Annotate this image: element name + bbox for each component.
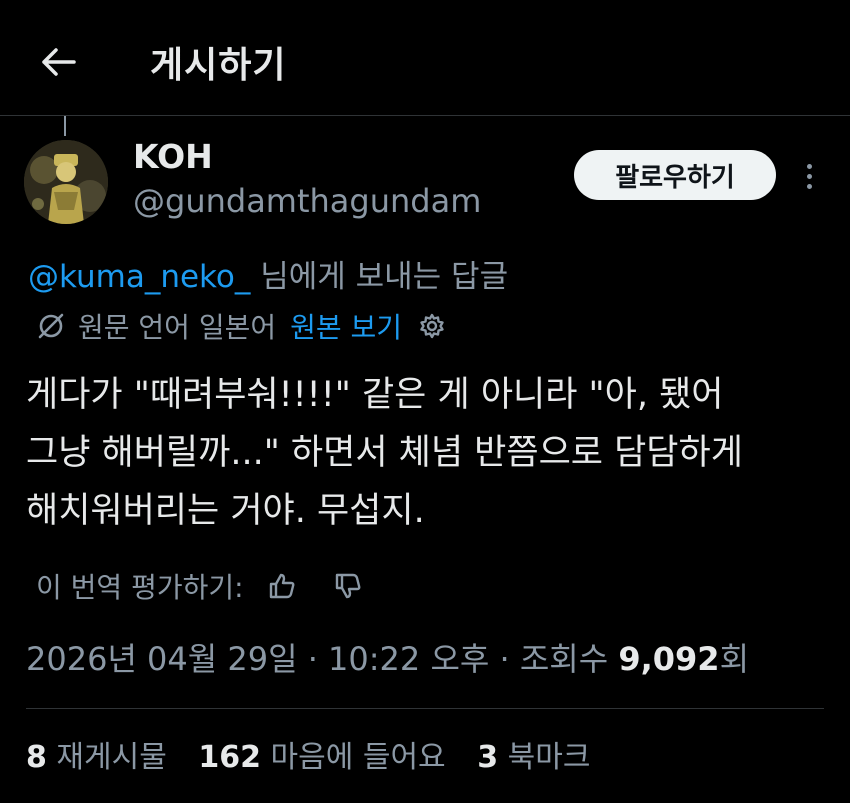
thumbs-down-icon xyxy=(335,573,361,599)
engagement-stats: 8 재게시물 162 마음에 들어요 3 북마크 xyxy=(26,732,612,776)
author-display-name[interactable]: KOH xyxy=(133,137,213,176)
view-original-link[interactable]: 원본 보기 xyxy=(290,306,402,346)
views-count: 9,092 xyxy=(618,640,720,678)
more-dot xyxy=(806,173,812,179)
page-title: 게시하기 xyxy=(150,45,287,86)
reposts-label: 재게시물 xyxy=(46,740,167,775)
translation-settings-button[interactable] xyxy=(416,310,448,342)
views-suffix: 회 xyxy=(719,640,750,678)
likes-stat[interactable]: 162 마음에 들어요 xyxy=(198,740,445,775)
arrow-left-icon xyxy=(42,48,76,76)
bookmarks-label: 북마크 xyxy=(498,740,591,775)
more-dot xyxy=(806,183,812,189)
tweet-line: 해치워버리는 거야. 무섭지. xyxy=(26,491,425,531)
author-handle[interactable]: @gundamthagundam xyxy=(133,182,481,220)
top-bar: 게시하기 xyxy=(0,0,850,116)
thumbs-down-button[interactable] xyxy=(330,568,366,604)
back-button[interactable] xyxy=(36,40,80,84)
bookmarks-stat[interactable]: 3 북마크 xyxy=(477,740,590,775)
reply-context: @kuma_neko_ 님에게 보내는 답글 xyxy=(28,251,508,296)
divider xyxy=(26,708,824,709)
tweet-line: 그냥 해버릴까..." 하면서 체념 반쯤으로 담담하게 xyxy=(26,433,743,473)
avatar[interactable] xyxy=(24,140,108,224)
thread-connector xyxy=(64,116,66,136)
follow-button[interactable]: 팔로우하기 xyxy=(574,150,776,200)
more-dot xyxy=(806,163,812,169)
reply-mention-link[interactable]: @kuma_neko_ xyxy=(28,259,250,295)
rate-translation-label: 이 번역 평가하기: xyxy=(36,571,244,604)
translate-off-icon xyxy=(38,313,64,339)
tweet-body: 게다가 "때려부숴!!!!" 같은 게 아니라 "아, 됐어 그냥 해버릴까..… xyxy=(26,366,836,540)
avatar-image xyxy=(24,140,108,224)
reply-suffix: 님에게 보내는 답글 xyxy=(250,259,509,295)
likes-count: 162 xyxy=(198,740,261,775)
reposts-count: 8 xyxy=(26,740,47,775)
translation-label: 원문 언어 일본어 xyxy=(78,311,277,344)
gear-icon xyxy=(420,313,444,339)
bookmarks-count: 3 xyxy=(477,740,499,775)
rate-translation-row: 이 번역 평가하기: xyxy=(36,564,366,608)
timestamp[interactable]: 2026년 04월 29일 · 10:22 오후 · 조회수 xyxy=(26,640,618,678)
tweet-metadata: 2026년 04월 29일 · 10:22 오후 · 조회수 9,092회 xyxy=(26,634,749,680)
tweet-line: 게다가 "때려부숴!!!!" 같은 게 아니라 "아, 됐어 xyxy=(26,375,724,415)
reposts-stat[interactable]: 8 재게시물 xyxy=(26,740,167,775)
translation-bar: 원문 언어 일본어 원본 보기 xyxy=(36,306,448,346)
likes-label: 마음에 들어요 xyxy=(260,740,446,775)
thumbs-up-icon xyxy=(269,573,295,599)
thumbs-up-button[interactable] xyxy=(264,568,300,604)
more-options-button[interactable] xyxy=(796,156,822,196)
